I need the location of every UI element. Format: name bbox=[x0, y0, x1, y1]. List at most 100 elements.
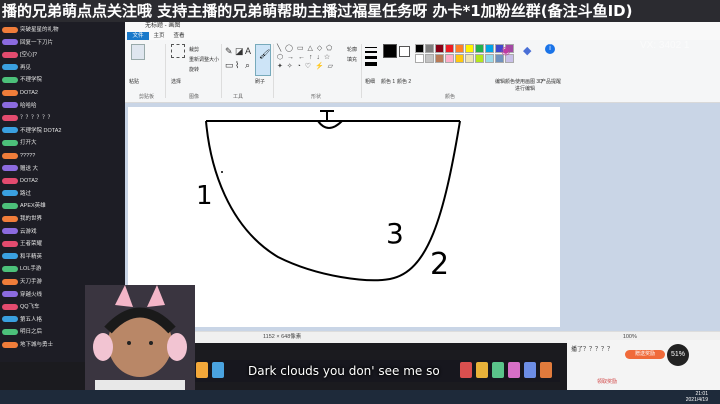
chat-message: 地下城与勇士 bbox=[2, 341, 53, 350]
chat-text: ????? bbox=[20, 153, 36, 159]
gift-icon[interactable] bbox=[196, 362, 208, 378]
clock-date: 2021/4/19 bbox=[685, 397, 708, 403]
chat-text: DOTA2 bbox=[20, 178, 38, 185]
gift-icon[interactable] bbox=[476, 362, 488, 378]
fan-badge-icon bbox=[2, 253, 18, 260]
gift-icon[interactable] bbox=[492, 362, 504, 378]
palette-swatch[interactable] bbox=[445, 54, 454, 63]
brush-icon: 🖌 bbox=[259, 49, 271, 59]
chat-message: 我的世界 bbox=[2, 215, 42, 224]
paste-label: 粘贴 bbox=[129, 79, 140, 85]
eraser-icon[interactable]: ▭ bbox=[225, 60, 234, 71]
chat-message: ????? bbox=[2, 152, 35, 161]
chat-text: 不理学院 bbox=[20, 77, 43, 84]
fan-badge-icon bbox=[2, 341, 18, 348]
brush-button[interactable]: 🖌 bbox=[255, 44, 271, 76]
gift-icon[interactable] bbox=[540, 362, 552, 378]
palette-swatch[interactable] bbox=[475, 54, 484, 63]
resize-button[interactable]: 重新调整大小 bbox=[189, 56, 219, 63]
chat-message: 不理学院 DOTA2 bbox=[2, 127, 61, 136]
fan-badge-icon bbox=[2, 265, 18, 272]
gift-reward-button[interactable]: 赠送奖励 bbox=[625, 350, 665, 359]
paint-titlebar: 无标题 - 画图 bbox=[125, 22, 720, 31]
shapes-gallery[interactable]: ╲ ◯ ▭ △ ◇ ⬠ ⬡ → ← ↑ ↓ ☆ ✦ ✧ ◔ ♡ ⚡ ▱ bbox=[277, 44, 341, 74]
chat-text: 王者荣耀 bbox=[20, 241, 43, 248]
gift-icon[interactable] bbox=[508, 362, 520, 378]
chat-message: 天刀手游 bbox=[2, 278, 42, 287]
color-picker-icon[interactable]: ⌇ bbox=[235, 60, 239, 71]
gift-icon[interactable] bbox=[212, 362, 224, 378]
fan-badge-icon bbox=[2, 139, 18, 146]
palette-swatch[interactable] bbox=[415, 44, 424, 53]
tab-home[interactable]: 主页 bbox=[151, 32, 167, 40]
palette-swatch[interactable] bbox=[435, 54, 444, 63]
chat-text: DOTA2 bbox=[20, 90, 38, 96]
select-label: 选择 bbox=[171, 79, 182, 85]
fan-badge-icon bbox=[2, 64, 18, 71]
tab-view[interactable]: 查看 bbox=[171, 32, 187, 40]
edit-colors-icon[interactable]: ◉ bbox=[501, 44, 511, 57]
chat-text: APEX英雄 bbox=[20, 203, 46, 210]
palette-swatch[interactable] bbox=[485, 44, 494, 53]
edit-colors-label: 编辑颜色 bbox=[495, 79, 516, 85]
color2-swatch[interactable] bbox=[399, 46, 410, 57]
pencil-icon[interactable]: ✎ bbox=[225, 46, 233, 57]
crop-button[interactable]: 裁剪 bbox=[189, 46, 199, 53]
dimensions-readout: 1152 × 648像素 bbox=[263, 334, 302, 340]
chat-message: 不理学院 bbox=[2, 76, 42, 85]
group-tools: 工具 bbox=[233, 94, 244, 100]
song-subtitle: Dark clouds you don' see me so bbox=[248, 364, 440, 378]
separator bbox=[165, 44, 166, 98]
fan-badge-icon bbox=[2, 278, 18, 285]
chat-text: 再见 bbox=[20, 64, 32, 71]
chat-text: [空心]? bbox=[20, 52, 38, 59]
gift-icon[interactable] bbox=[524, 362, 536, 378]
chat-text: LOL手游 bbox=[20, 266, 42, 273]
palette-swatch[interactable] bbox=[415, 54, 424, 63]
chat-message: 第五人格 bbox=[2, 316, 42, 325]
fan-badge-icon bbox=[2, 127, 18, 134]
palette-swatch[interactable] bbox=[425, 54, 434, 63]
outline-button[interactable]: 轮廓 bbox=[347, 46, 357, 53]
color1-swatch[interactable] bbox=[383, 44, 397, 58]
reward-hint[interactable]: 领取奖励 bbox=[597, 378, 617, 385]
select-icon[interactable] bbox=[171, 44, 185, 58]
paste-icon[interactable] bbox=[131, 44, 145, 60]
rotate-button[interactable]: 旋转 bbox=[189, 66, 199, 73]
window-title: 无标题 - 画图 bbox=[145, 23, 181, 29]
separator bbox=[221, 44, 222, 98]
fan-badge-icon bbox=[2, 202, 18, 209]
palette-swatch[interactable] bbox=[465, 44, 474, 53]
palette-swatch[interactable] bbox=[445, 44, 454, 53]
color2-label: 颜色 2 bbox=[397, 79, 412, 85]
palette-swatch[interactable] bbox=[475, 44, 484, 53]
palette-swatch[interactable] bbox=[465, 54, 474, 63]
palette-swatch[interactable] bbox=[425, 44, 434, 53]
chat-text: 地下城与勇士 bbox=[20, 342, 54, 348]
product-alert-label: 产品提醒 bbox=[541, 79, 562, 85]
palette-swatch[interactable] bbox=[455, 54, 464, 63]
magnifier-icon[interactable]: ⌕ bbox=[245, 60, 250, 71]
chat-message: LOL手游 bbox=[2, 265, 41, 274]
lid-knob-stroke bbox=[316, 110, 345, 129]
group-colors: 颜色 bbox=[445, 94, 456, 100]
fan-badge-icon bbox=[2, 39, 18, 46]
chat-message: ？？？？？？ bbox=[2, 114, 53, 123]
fill-icon[interactable]: ◪ bbox=[235, 46, 244, 57]
chat-text: 哈哈哈 bbox=[20, 102, 37, 109]
fill-button[interactable]: 填充 bbox=[347, 56, 357, 63]
text-icon[interactable]: A bbox=[245, 46, 251, 56]
chat-text: 赠送 大 bbox=[20, 165, 39, 172]
size-icon[interactable] bbox=[365, 44, 377, 72]
info-icon[interactable]: i bbox=[545, 44, 555, 54]
brush-label: 刷子 bbox=[255, 79, 266, 85]
gift-icon[interactable] bbox=[460, 362, 472, 378]
palette-swatch[interactable] bbox=[435, 44, 444, 53]
chat-message: 突破星星的礼物 bbox=[2, 26, 59, 35]
chat-text: ？？？？？？ bbox=[20, 115, 54, 122]
palette-swatch[interactable] bbox=[485, 54, 494, 63]
paint3d-icon[interactable]: ◆ bbox=[523, 44, 531, 57]
ribbon-tabs: 文件 主页 查看 bbox=[125, 31, 720, 40]
tab-file[interactable]: 文件 bbox=[127, 32, 149, 40]
palette-swatch[interactable] bbox=[455, 44, 464, 53]
